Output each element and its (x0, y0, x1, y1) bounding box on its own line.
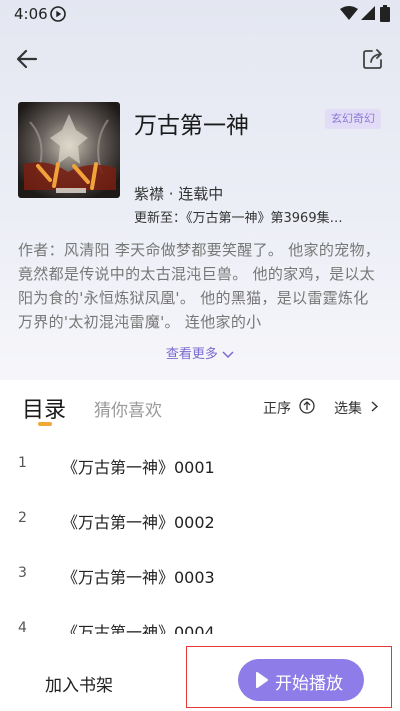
media-playing-icon (50, 6, 66, 22)
status-bar: 4:06 (0, 0, 400, 28)
chapter-row[interactable]: 3 《万古第一神》0003 (0, 550, 400, 605)
tab-bar: 目录 猜你喜欢 正序 选集 (0, 380, 400, 430)
sort-order-button[interactable]: 正序 (263, 398, 291, 418)
book-title: 万古第一神 (134, 113, 249, 139)
genre-badge[interactable]: 玄幻奇幻 (325, 109, 381, 129)
status-time: 4:06 (14, 5, 48, 23)
start-playback-button[interactable]: 开始播放 (238, 659, 364, 701)
chapter-row[interactable]: 1 《万古第一神》0001 (0, 440, 400, 495)
chapter-number: 1 (18, 455, 27, 471)
bottom-action-bar: 加入书架 开始播放 (0, 634, 400, 711)
active-tab-indicator (38, 422, 52, 426)
share-icon[interactable] (360, 46, 386, 72)
chapter-list: 1 《万古第一神》0001 2 《万古第一神》0002 3 《万古第一神》000… (0, 440, 400, 634)
latest-update: 更新至：《万古第一神》第3969集… (134, 211, 343, 226)
add-to-bookshelf-button[interactable]: 加入书架 (45, 671, 113, 696)
wifi-icon (340, 6, 358, 20)
start-playback-label: 开始播放 (275, 674, 343, 694)
chapter-row[interactable]: 2 《万古第一神》0002 (0, 495, 400, 550)
chapter-title: 《万古第一神》0002 (62, 513, 215, 532)
chevron-down-icon (222, 351, 234, 359)
chapter-number: 4 (18, 620, 27, 634)
back-arrow-icon[interactable] (14, 46, 40, 72)
chapter-title: 《万古第一神》0001 (62, 458, 215, 477)
chevron-right-icon[interactable] (370, 401, 379, 412)
chapter-number: 3 (18, 565, 27, 581)
battery-icon (380, 5, 390, 22)
chapter-row[interactable]: 4 《万古第一神》0004 (0, 605, 400, 634)
select-episodes-button[interactable]: 选集 (334, 398, 362, 418)
sort-arrow-icon[interactable] (299, 398, 315, 414)
tab-recommendations[interactable]: 猜你喜欢 (94, 396, 162, 421)
see-more-button[interactable]: 查看更多 (0, 343, 400, 362)
book-synopsis: 作者：风清阳 李天命做梦都要笑醒了。 他家的宠物，竟然都是传说中的太古混沌巨兽。… (18, 241, 381, 331)
chapter-title: 《万古第一神》0003 (62, 568, 215, 587)
book-cover-image (18, 102, 120, 198)
author-status[interactable]: 紫襟 · 连载中 (134, 183, 223, 204)
see-more-label: 查看更多 (165, 347, 218, 362)
chapter-number: 2 (18, 510, 27, 526)
signal-icon (361, 6, 375, 20)
play-icon (256, 672, 268, 688)
tab-catalog[interactable]: 目录 (22, 392, 66, 424)
chapter-title: 《万古第一神》0004 (62, 623, 215, 634)
